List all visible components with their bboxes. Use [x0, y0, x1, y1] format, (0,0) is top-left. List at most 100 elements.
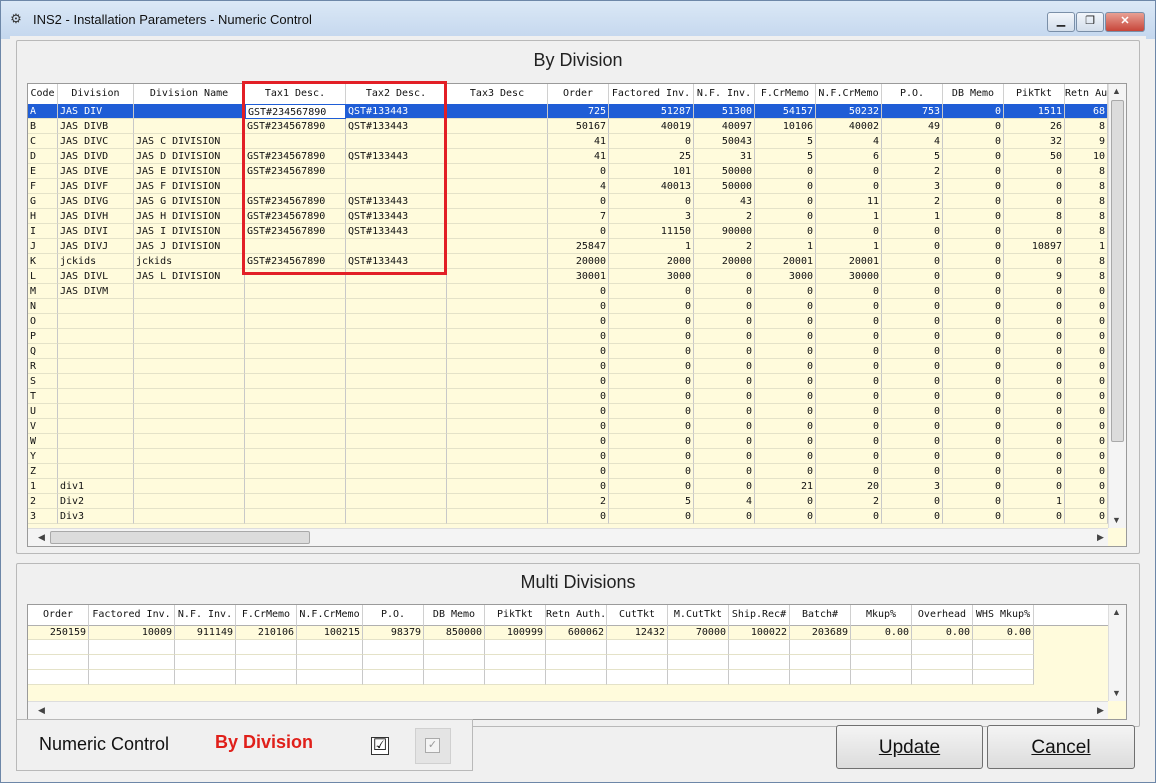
- cell-db-memo[interactable]: 0: [943, 479, 1004, 494]
- cell-division-name[interactable]: JAS C DIVISION: [134, 134, 245, 149]
- cell-factored-inv[interactable]: 101: [609, 164, 694, 179]
- cell-factored-inv[interactable]: 0: [609, 194, 694, 209]
- vertical-scroll-thumb[interactable]: [1111, 100, 1124, 442]
- cell-division-name[interactable]: [134, 389, 245, 404]
- cell-po[interactable]: 0: [882, 389, 943, 404]
- cell-division-name[interactable]: JAS L DIVISION: [134, 269, 245, 284]
- table-row[interactable]: 3 Div3 0 0 0 0 0 0 0 0 0: [28, 509, 1108, 524]
- cell-piktkt[interactable]: 10897: [1004, 239, 1065, 254]
- cell-po[interactable]: 2: [882, 164, 943, 179]
- cell-f-crmemo[interactable]: 0: [755, 329, 816, 344]
- cell-code[interactable]: I: [28, 224, 58, 239]
- column-header-f-crmemo[interactable]: F.CrMemo: [236, 605, 297, 625]
- cell-nf-inv[interactable]: 2: [694, 239, 755, 254]
- cell-nf-inv[interactable]: 50043: [694, 134, 755, 149]
- cell-order[interactable]: 30001: [548, 269, 609, 284]
- cell-factored-inv[interactable]: 0: [609, 389, 694, 404]
- cell-db-memo[interactable]: 0: [943, 509, 1004, 524]
- cell-tax2[interactable]: [346, 464, 447, 479]
- cell-factored-inv[interactable]: 0: [609, 314, 694, 329]
- cell-nf-crmemo[interactable]: 0: [816, 164, 882, 179]
- cell-batch[interactable]: 203689: [790, 625, 851, 640]
- cell-code[interactable]: 2: [28, 494, 58, 509]
- cell-factored-inv[interactable]: [89, 655, 175, 670]
- cell-db-memo[interactable]: 0: [943, 194, 1004, 209]
- cell-nf-crmemo[interactable]: 0: [816, 329, 882, 344]
- gear-app-icon[interactable]: ⚙: [8, 11, 24, 27]
- title-bar[interactable]: ⚙ INS2 - Installation Parameters - Numer…: [1, 1, 1155, 39]
- cell-retn-auth[interactable]: 0: [1065, 314, 1108, 329]
- cell-order[interactable]: 41: [548, 134, 609, 149]
- cell-code[interactable]: R: [28, 359, 58, 374]
- cell-nf-inv[interactable]: 0: [694, 344, 755, 359]
- cell-retn-auth[interactable]: 0: [1065, 509, 1108, 524]
- cell-f-crmemo[interactable]: 210106: [236, 625, 297, 640]
- cell-factored-inv[interactable]: 0: [609, 134, 694, 149]
- cell-retn-auth[interactable]: 8: [1065, 119, 1108, 134]
- cell-retn-auth[interactable]: 8: [1065, 179, 1108, 194]
- cell-factored-inv[interactable]: 40013: [609, 179, 694, 194]
- cell-shiprec[interactable]: [729, 670, 790, 685]
- cell-piktkt[interactable]: 50: [1004, 149, 1065, 164]
- cell-factored-inv[interactable]: 0: [609, 449, 694, 464]
- cell-nf-inv[interactable]: 0: [694, 434, 755, 449]
- cell-retn-auth[interactable]: 0: [1065, 434, 1108, 449]
- cell-nf-inv[interactable]: 40097: [694, 119, 755, 134]
- cell-factored-inv[interactable]: 25: [609, 149, 694, 164]
- scroll-left-icon[interactable]: ◀: [34, 530, 49, 545]
- cell-factored-inv[interactable]: 0: [609, 479, 694, 494]
- cell-nf-inv[interactable]: 4: [694, 494, 755, 509]
- cell-tax3[interactable]: [447, 269, 548, 284]
- cell-nf-inv[interactable]: 51300: [694, 104, 755, 119]
- cell-division[interactable]: jckids: [58, 254, 134, 269]
- cell-f-crmemo[interactable]: 0: [755, 194, 816, 209]
- cell-tax3[interactable]: [447, 119, 548, 134]
- cell-po[interactable]: 98379: [363, 625, 424, 640]
- cell-nf-crmemo[interactable]: 50232: [816, 104, 882, 119]
- table-row[interactable]: [28, 670, 1034, 685]
- column-header-nf-crmemo[interactable]: N.F.CrMemo: [816, 84, 882, 104]
- cell-division-name[interactable]: [134, 449, 245, 464]
- cell-piktkt[interactable]: 0: [1004, 329, 1065, 344]
- cell-po[interactable]: 0: [882, 404, 943, 419]
- cell-division[interactable]: [58, 419, 134, 434]
- cell-division[interactable]: JAS DIVC: [58, 134, 134, 149]
- cell-code[interactable]: E: [28, 164, 58, 179]
- cell-db-memo[interactable]: 0: [943, 464, 1004, 479]
- cell-code[interactable]: D: [28, 149, 58, 164]
- update-button[interactable]: Update: [836, 725, 983, 769]
- cell-po[interactable]: 1: [882, 209, 943, 224]
- cell-piktkt[interactable]: 0: [1004, 254, 1065, 269]
- table-row[interactable]: Kjckids jckids GST#234567890 QST#133443 2000…: [28, 254, 1108, 269]
- horizontal-scroll-thumb[interactable]: [50, 531, 310, 544]
- cell-retn-auth[interactable]: 9: [1065, 134, 1108, 149]
- cell-tax3[interactable]: [447, 284, 548, 299]
- cell-po[interactable]: 0: [882, 329, 943, 344]
- cell-tax1[interactable]: [245, 419, 346, 434]
- cell-f-crmemo[interactable]: [236, 640, 297, 655]
- cell-f-crmemo[interactable]: 0: [755, 209, 816, 224]
- cell-po[interactable]: 753: [882, 104, 943, 119]
- column-header-factored-inv[interactable]: Factored Inv.: [609, 84, 694, 104]
- cell-order[interactable]: 0: [548, 479, 609, 494]
- cell-tax3[interactable]: [447, 374, 548, 389]
- cell-f-crmemo[interactable]: [236, 655, 297, 670]
- cell-retn-auth[interactable]: 10: [1065, 149, 1108, 164]
- column-header-piktkt[interactable]: PikTkt: [1004, 84, 1065, 104]
- cell-nf-crmemo[interactable]: 4: [816, 134, 882, 149]
- cell-tax3[interactable]: [447, 419, 548, 434]
- cell-tax3[interactable]: [447, 209, 548, 224]
- cell-overhead[interactable]: [912, 640, 973, 655]
- cell-code[interactable]: B: [28, 119, 58, 134]
- cell-order[interactable]: 0: [548, 359, 609, 374]
- cell-retn-auth[interactable]: 8: [1065, 224, 1108, 239]
- cell-retn-auth[interactable]: 8: [1065, 209, 1108, 224]
- cell-po[interactable]: 0: [882, 449, 943, 464]
- column-header-retn-auth[interactable]: Retn Auth: [1065, 84, 1108, 104]
- cell-whs-mkup[interactable]: 0.00: [973, 625, 1034, 640]
- column-header-order[interactable]: Order: [548, 84, 609, 104]
- cell-mkup[interactable]: [851, 640, 912, 655]
- cell-nf-inv[interactable]: 20000: [694, 254, 755, 269]
- cell-nf-crmemo[interactable]: 1: [816, 239, 882, 254]
- cell-piktkt[interactable]: 0: [1004, 299, 1065, 314]
